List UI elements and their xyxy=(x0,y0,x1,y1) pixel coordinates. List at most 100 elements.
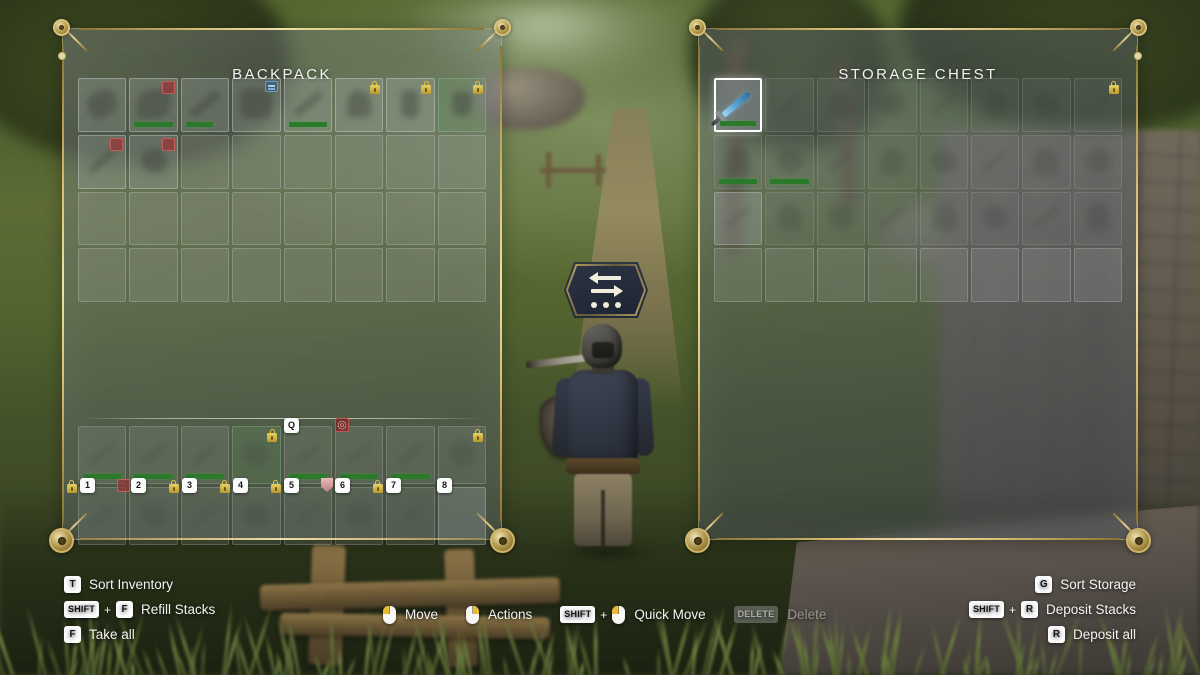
transfer-items-button[interactable] xyxy=(564,262,648,318)
storage-slot-empty[interactable] xyxy=(816,248,866,302)
hotbar-slot[interactable] xyxy=(386,487,435,545)
inventory-slot-filled[interactable] xyxy=(129,78,178,132)
storage-slot-filled[interactable] xyxy=(1073,191,1122,246)
inventory-slot-empty[interactable] xyxy=(129,191,178,246)
inventory-slot-empty[interactable] xyxy=(180,248,230,302)
storage-slot-selected[interactable] xyxy=(710,78,763,132)
storage-slot-empty[interactable] xyxy=(714,248,763,302)
inventory-slot-empty[interactable] xyxy=(386,134,435,189)
inventory-slot-filled[interactable] xyxy=(78,134,127,189)
lock-body xyxy=(270,484,281,493)
inventory-slot-filled[interactable] xyxy=(386,78,435,132)
storage-slot-filled[interactable] xyxy=(816,191,866,246)
inventory-slot-empty[interactable] xyxy=(180,191,230,246)
storage-slot-filled[interactable] xyxy=(714,134,763,189)
key-g: G xyxy=(1035,576,1053,593)
inventory-slot-filled[interactable] xyxy=(437,78,486,132)
spear-icon xyxy=(187,89,222,119)
storage-slot-filled[interactable] xyxy=(970,134,1020,189)
inventory-slot-empty[interactable] xyxy=(386,191,435,246)
inventory-slot-empty[interactable] xyxy=(129,248,178,302)
corner-medallion xyxy=(689,19,706,36)
inventory-slot-filled[interactable] xyxy=(129,134,178,189)
hotbar-slot[interactable] xyxy=(129,487,178,545)
inventory-slot-filled[interactable] xyxy=(78,78,127,132)
storage-slot-filled[interactable] xyxy=(868,191,917,246)
hotbar-slot[interactable] xyxy=(78,426,127,484)
storage-slot-empty[interactable] xyxy=(1022,248,1071,302)
inventory-slot-empty[interactable] xyxy=(283,134,332,189)
hotbar-slot[interactable] xyxy=(232,426,281,484)
durability-bar xyxy=(720,120,757,126)
item-icon xyxy=(827,205,854,230)
storage-slot-filled[interactable] xyxy=(868,134,917,189)
storage-slot-filled[interactable] xyxy=(1022,191,1071,246)
storage-slot-filled[interactable] xyxy=(1022,78,1071,132)
hotbar-slot[interactable] xyxy=(437,426,486,484)
hotbar-slot[interactable] xyxy=(283,487,332,545)
inventory-slot-empty[interactable] xyxy=(437,134,486,189)
storage-slot-empty[interactable] xyxy=(868,248,917,302)
inventory-slot-filled[interactable] xyxy=(334,78,384,132)
inventory-slot-empty[interactable] xyxy=(437,248,486,302)
storage-slot-filled[interactable] xyxy=(816,78,866,132)
hotbar-top-row[interactable] xyxy=(78,426,486,484)
storage-slot-filled[interactable] xyxy=(1022,134,1071,189)
storage-slot-filled[interactable] xyxy=(970,78,1020,132)
inventory-slot-empty[interactable] xyxy=(232,134,281,189)
inventory-slot-empty[interactable] xyxy=(334,248,384,302)
storage-slot-empty[interactable] xyxy=(970,248,1020,302)
storage-slot-filled[interactable] xyxy=(919,191,968,246)
storage-slot-filled[interactable] xyxy=(919,134,968,189)
lock-icon xyxy=(168,480,179,493)
character-belt xyxy=(566,458,640,474)
hotbar-slot[interactable] xyxy=(180,426,230,484)
corner-medallion xyxy=(1130,19,1147,36)
inventory-slot-empty[interactable] xyxy=(232,191,281,246)
hotbar-bottom-row[interactable] xyxy=(78,487,486,545)
inventory-slot-empty[interactable] xyxy=(334,134,384,189)
storage-slot-filled[interactable] xyxy=(765,191,814,246)
storage-slot-filled[interactable] xyxy=(714,191,763,246)
hotbar-slot[interactable] xyxy=(283,426,332,484)
inventory-slot-empty[interactable] xyxy=(283,248,332,302)
inventory-slot-empty[interactable] xyxy=(334,191,384,246)
storage-slot-empty[interactable] xyxy=(1073,248,1122,302)
panel-frame-top xyxy=(716,28,1120,30)
hotbar-slot[interactable] xyxy=(334,487,384,545)
panel-frame-top xyxy=(80,28,484,30)
storage-slot-empty[interactable] xyxy=(765,248,814,302)
storage-slot-filled[interactable] xyxy=(1073,78,1122,132)
backpack-item-grid[interactable] xyxy=(78,78,486,302)
item-icon xyxy=(930,148,957,173)
storage-item-grid[interactable] xyxy=(710,78,1122,302)
inventory-slot-empty[interactable] xyxy=(283,191,332,246)
storage-slot-filled[interactable] xyxy=(765,134,814,189)
hotbar-slot[interactable] xyxy=(78,487,127,545)
item-icon xyxy=(983,90,1008,118)
storage-slot-filled[interactable] xyxy=(970,191,1020,246)
hotbar-slot[interactable] xyxy=(180,487,230,545)
hotbar-slot[interactable] xyxy=(386,426,435,484)
storage-slot-filled[interactable] xyxy=(868,78,917,132)
inventory-slot-empty[interactable] xyxy=(78,248,127,302)
inventory-slot-empty[interactable] xyxy=(78,191,127,246)
hotbar-slot[interactable] xyxy=(232,487,281,545)
storage-slot-filled[interactable] xyxy=(765,78,814,132)
inventory-slot-empty[interactable] xyxy=(180,134,230,189)
key-f: F xyxy=(116,601,134,618)
inventory-slot-filled[interactable] xyxy=(283,78,332,132)
storage-slot-filled[interactable] xyxy=(919,78,968,132)
inventory-slot-empty[interactable] xyxy=(386,248,435,302)
hotbar-slot[interactable] xyxy=(334,426,384,484)
inventory-slot-filled[interactable] xyxy=(232,78,281,132)
storage-slot-filled[interactable] xyxy=(1073,134,1122,189)
inventory-slot-empty[interactable] xyxy=(437,191,486,246)
inventory-slot-filled[interactable] xyxy=(180,78,230,132)
hotbar-slot[interactable] xyxy=(437,487,486,545)
hotbar-slot[interactable] xyxy=(129,426,178,484)
character-torso xyxy=(568,370,638,466)
storage-slot-empty[interactable] xyxy=(919,248,968,302)
storage-slot-filled[interactable] xyxy=(816,134,866,189)
inventory-slot-empty[interactable] xyxy=(232,248,281,302)
